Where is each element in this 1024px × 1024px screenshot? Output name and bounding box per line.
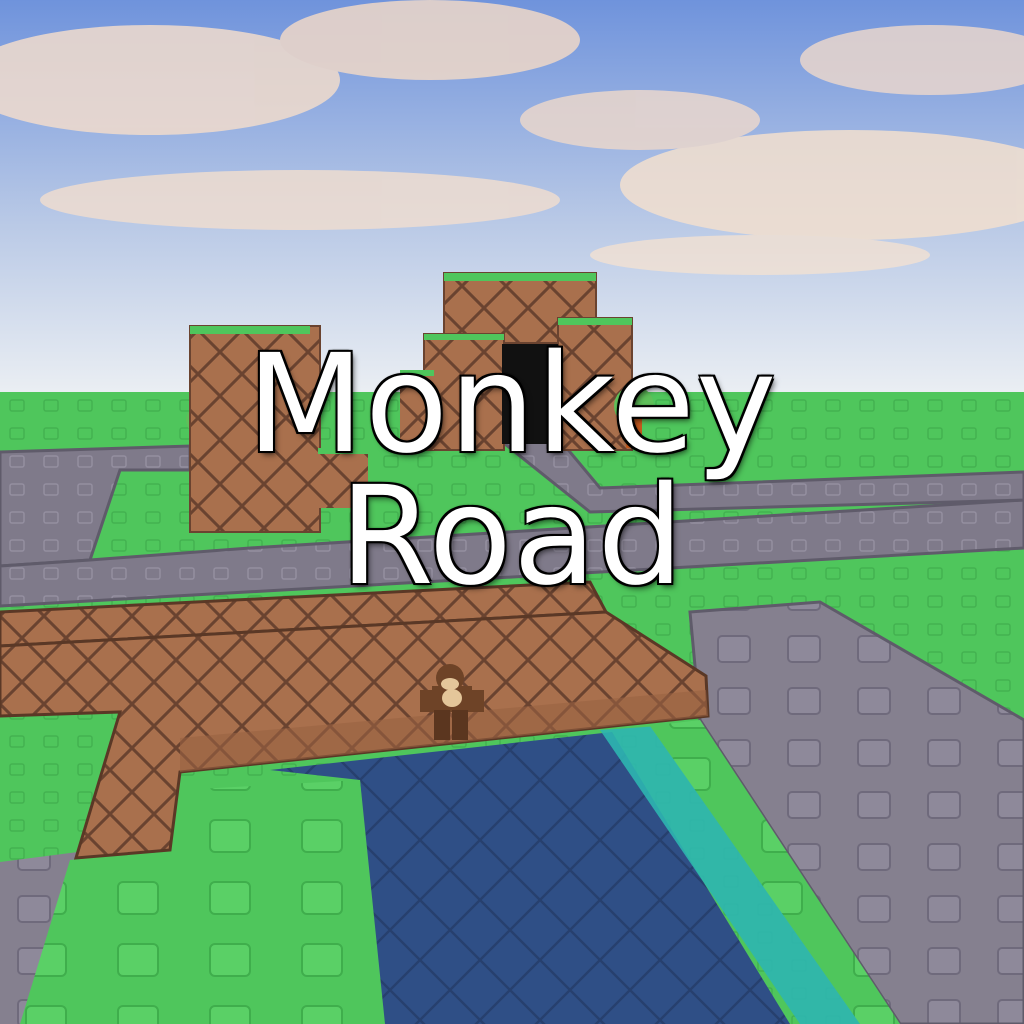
- game-thumbnail: Monkey Road: [0, 0, 1024, 1024]
- title-line-2: Road: [339, 457, 685, 616]
- title-line-1: Monkey: [246, 326, 778, 484]
- game-title: Monkey Road: [0, 326, 1024, 616]
